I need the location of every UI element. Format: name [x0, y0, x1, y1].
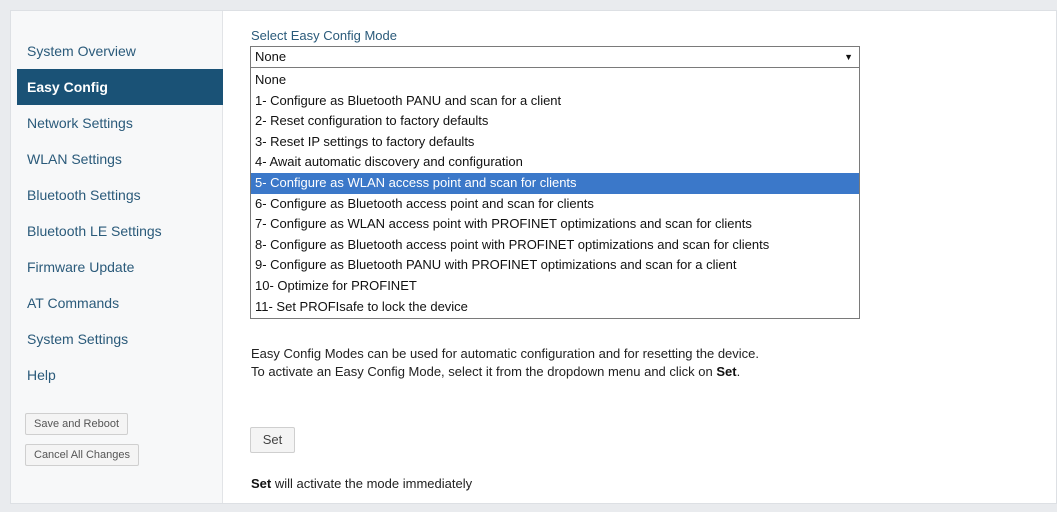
option-8[interactable]: 8- Configure as Bluetooth access point w… — [251, 235, 859, 256]
help-text: Easy Config Modes can be used for automa… — [251, 345, 759, 381]
option-2[interactable]: 2- Reset configuration to factory defaul… — [251, 111, 859, 132]
help-line-2-bold: Set — [716, 364, 737, 379]
option-4[interactable]: 4- Await automatic discovery and configu… — [251, 152, 859, 173]
option-none[interactable]: None — [251, 70, 859, 91]
save-and-reboot-button[interactable]: Save and Reboot — [25, 413, 129, 435]
help-line-2-suffix: . — [736, 364, 741, 379]
sidebar-item-help[interactable]: Help — [17, 357, 223, 393]
option-1[interactable]: 1- Configure as Bluetooth PANU and scan … — [251, 91, 859, 112]
sidebar-item-network-settings[interactable]: Network Settings — [17, 105, 223, 141]
option-11[interactable]: 11- Set PROFIsafe to lock the device — [251, 297, 859, 318]
sidebar-item-bluetooth-le-settings[interactable]: Bluetooth LE Settings — [17, 213, 223, 249]
footer-note-bold: Set — [251, 476, 272, 491]
main-content: Select Easy Config Mode None ▼ None 1- C… — [223, 11, 1056, 503]
section-label: Select Easy Config Mode — [251, 28, 397, 43]
option-3[interactable]: 3- Reset IP settings to factory defaults — [251, 132, 859, 153]
sidebar-item-system-overview[interactable]: System Overview — [17, 33, 223, 69]
option-6[interactable]: 6- Configure as Bluetooth access point a… — [251, 194, 859, 215]
sidebar-item-firmware-update[interactable]: Firmware Update — [17, 249, 223, 285]
sidebar: System Overview Easy Config Network Sett… — [11, 11, 223, 503]
footer-note: Set will activate the mode immediately — [251, 476, 472, 491]
sidebar-item-at-commands[interactable]: AT Commands — [17, 285, 223, 321]
help-line-2: To activate an Easy Config Mode, select … — [251, 363, 759, 381]
sidebar-item-easy-config[interactable]: Easy Config — [17, 69, 223, 105]
easy-config-mode-select[interactable]: None ▼ — [250, 46, 860, 68]
sidebar-item-system-settings[interactable]: System Settings — [17, 321, 223, 357]
dropdown-list: None 1- Configure as Bluetooth PANU and … — [250, 68, 860, 319]
dropdown-arrow-icon[interactable]: ▼ — [844, 47, 853, 67]
app-frame: System Overview Easy Config Network Sett… — [10, 10, 1057, 504]
option-9[interactable]: 9- Configure as Bluetooth PANU with PROF… — [251, 255, 859, 276]
select-value: None — [255, 49, 287, 64]
option-7[interactable]: 7- Configure as WLAN access point with P… — [251, 214, 859, 235]
set-button[interactable]: Set — [250, 427, 295, 453]
option-5-highlighted[interactable]: 5- Configure as WLAN access point and sc… — [251, 172, 859, 194]
help-line-1: Easy Config Modes can be used for automa… — [251, 346, 760, 361]
sidebar-nav: System Overview Easy Config Network Sett… — [17, 33, 223, 393]
help-line-2-text: To activate an Easy Config Mode, select … — [251, 364, 717, 379]
sidebar-item-bluetooth-settings[interactable]: Bluetooth Settings — [17, 177, 223, 213]
sidebar-item-wlan-settings[interactable]: WLAN Settings — [17, 141, 223, 177]
footer-note-text: will activate the mode immediately — [271, 476, 473, 491]
cancel-all-changes-button[interactable]: Cancel All Changes — [25, 444, 140, 466]
option-10[interactable]: 10- Optimize for PROFINET — [251, 276, 859, 297]
